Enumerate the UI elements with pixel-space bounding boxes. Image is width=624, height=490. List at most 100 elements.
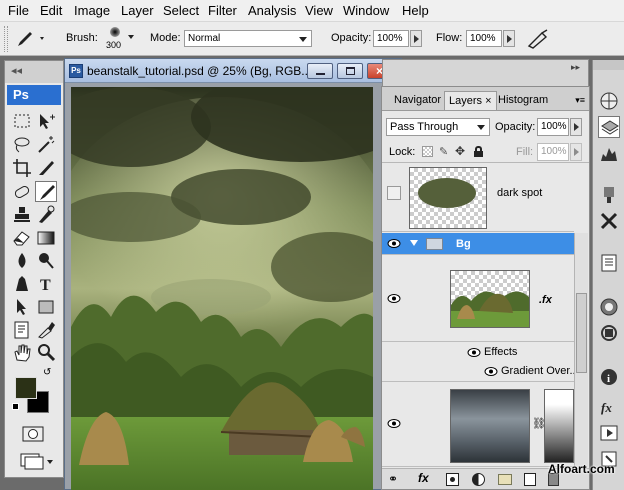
flow-input[interactable]: 100%	[466, 30, 502, 47]
menu-image[interactable]: Image	[74, 3, 110, 18]
close-tab-icon[interactable]: ×	[485, 95, 491, 107]
styles-dock-button[interactable]	[598, 184, 620, 206]
info-dock-button[interactable]	[598, 252, 620, 274]
masks-dock-button[interactable]	[598, 296, 620, 318]
type-tool[interactable]: T	[35, 273, 57, 294]
dodge-tool[interactable]	[35, 250, 57, 271]
effects-row[interactable]: Effects	[382, 343, 574, 361]
menu-layer[interactable]: Layer	[121, 3, 154, 18]
actions-dock-button[interactable]	[598, 422, 620, 444]
fx-badge[interactable]: .fx	[539, 294, 552, 306]
add-mask-icon[interactable]	[446, 473, 459, 486]
healing-brush-tool[interactable]	[11, 181, 33, 202]
minimize-button[interactable]	[307, 63, 333, 79]
crop-tool[interactable]	[11, 157, 33, 178]
menu-select[interactable]: Select	[163, 3, 199, 18]
layer-row-dark-spot[interactable]: dark spot	[382, 164, 574, 232]
adjustment-layer-icon[interactable]	[472, 473, 485, 486]
tools-dock-button[interactable]	[598, 210, 620, 232]
layer-mask-thumbnail[interactable]	[544, 389, 574, 463]
eye-icon[interactable]	[387, 239, 401, 248]
tab-histogram[interactable]: Histogram	[494, 91, 552, 110]
eyedropper-tool[interactable]	[35, 319, 57, 340]
scrollbar-thumb[interactable]	[576, 293, 587, 373]
eye-icon[interactable]	[387, 419, 401, 428]
flow-slider-button[interactable]	[503, 30, 515, 47]
lock-all-icon[interactable]	[474, 146, 483, 157]
marquee-tool[interactable]	[11, 111, 33, 132]
move-tool[interactable]	[35, 111, 57, 132]
new-layer-icon[interactable]	[524, 473, 536, 486]
shape-tool[interactable]	[35, 296, 57, 317]
eye-icon[interactable]	[387, 294, 401, 303]
menu-view[interactable]: View	[305, 3, 333, 18]
info-panel-dock-button[interactable]: i	[598, 366, 620, 388]
layer-opacity-slider[interactable]	[570, 118, 582, 136]
menu-window[interactable]: Window	[343, 3, 389, 18]
blend-mode-select[interactable]: Pass Through	[386, 118, 490, 136]
layers-dock-button[interactable]	[598, 116, 620, 138]
layer-row-hut[interactable]: .fx	[382, 256, 574, 342]
eraser-tool[interactable]	[11, 227, 33, 248]
path-selection-tool[interactable]	[11, 296, 33, 317]
default-colors-icon[interactable]	[12, 403, 19, 410]
tab-layers[interactable]: Layers ×	[444, 91, 497, 110]
maximize-button[interactable]	[337, 63, 363, 79]
lock-position-icon[interactable]: ✥	[455, 144, 465, 158]
screen-mode-button[interactable]	[19, 451, 55, 471]
blur-tool[interactable]	[11, 250, 33, 271]
layers-scrollbar[interactable]	[574, 233, 588, 467]
expand-icon[interactable]: ▸▸	[571, 62, 580, 73]
document-title-bar[interactable]: Ps beanstalk_tutorial.psd @ 25% (Bg, RGB…	[65, 59, 401, 83]
histogram-dock-button[interactable]	[598, 142, 620, 164]
mode-select[interactable]: Normal	[184, 30, 312, 47]
panel-menu-icon[interactable]: ▾≡	[575, 95, 585, 106]
lock-transparent-icon[interactable]	[422, 146, 433, 157]
menu-file[interactable]: File	[8, 3, 29, 18]
opacity-input[interactable]: 100%	[373, 30, 409, 47]
dock-grip[interactable]	[593, 60, 624, 70]
eye-icon[interactable]	[484, 367, 498, 376]
effect-gradient-row[interactable]: Gradient Over...	[382, 362, 579, 382]
menu-analysis[interactable]: Analysis	[248, 3, 296, 18]
toolbox-grip[interactable]: ◂◂	[5, 61, 63, 83]
expand-group-icon[interactable]	[410, 240, 418, 246]
document-canvas[interactable]	[71, 87, 373, 490]
brush-tool[interactable]	[35, 181, 57, 202]
hand-tool[interactable]	[11, 342, 33, 363]
layer-row-bg-group[interactable]: Bg	[382, 233, 574, 255]
swap-colors-icon[interactable]: ↺	[43, 367, 51, 378]
layer-row-sky[interactable]: ⛓	[382, 383, 574, 467]
airbrush-button[interactable]	[526, 28, 550, 50]
add-style-icon[interactable]: fx	[418, 471, 429, 485]
zoom-tool[interactable]	[35, 342, 57, 363]
gradient-tool[interactable]	[35, 227, 57, 248]
tab-navigator[interactable]: Navigator	[390, 91, 445, 110]
menu-edit[interactable]: Edit	[40, 3, 62, 18]
lasso-tool[interactable]	[11, 134, 33, 155]
tool-preset-picker[interactable]	[14, 28, 46, 50]
opacity-slider-button[interactable]	[410, 30, 422, 47]
layer-opacity-input[interactable]: 100%	[537, 118, 569, 136]
notes-tool[interactable]	[11, 319, 33, 340]
foreground-color-front[interactable]	[15, 377, 37, 399]
quick-mask-button[interactable]	[21, 425, 45, 443]
brush-picker[interactable]: 300	[100, 25, 136, 53]
new-group-icon[interactable]	[498, 474, 512, 485]
clone-stamp-tool[interactable]	[11, 204, 33, 225]
menu-filter[interactable]: Filter	[208, 3, 237, 18]
menu-help[interactable]: Help	[402, 3, 429, 18]
collapse-icon[interactable]: ◂◂	[11, 64, 22, 77]
visibility-toggle-off[interactable]	[387, 186, 401, 200]
fill-input[interactable]: 100%	[537, 143, 569, 161]
link-layers-icon[interactable]: ⚭	[388, 472, 398, 486]
fill-slider[interactable]	[570, 143, 582, 161]
magic-wand-tool[interactable]	[35, 134, 57, 155]
eye-icon[interactable]	[467, 348, 481, 357]
options-grip[interactable]	[4, 26, 8, 52]
pen-tool[interactable]	[11, 273, 33, 294]
history-brush-tool[interactable]	[35, 204, 57, 225]
slice-tool[interactable]	[35, 157, 57, 178]
clone-source-dock-button[interactable]	[598, 322, 620, 344]
lock-pixels-icon[interactable]: ✎	[439, 145, 451, 158]
